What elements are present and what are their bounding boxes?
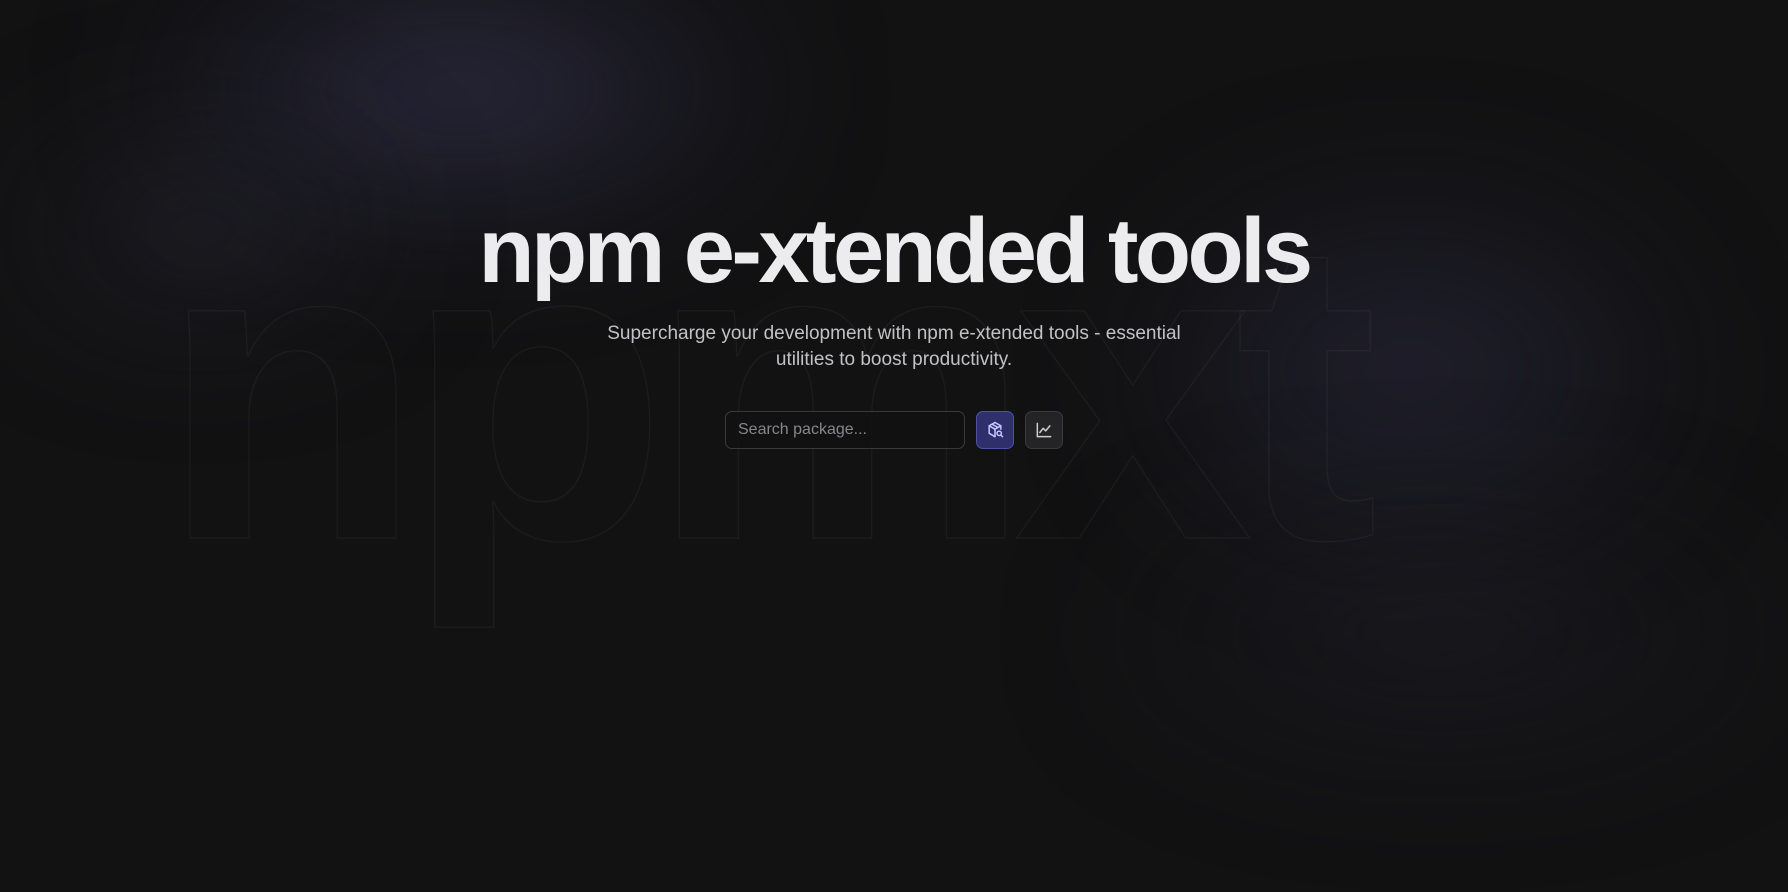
search-package-button[interactable] — [976, 411, 1014, 449]
background-glow — [160, 0, 760, 220]
background-glow — [1120, 520, 1760, 750]
line-chart-icon — [1034, 420, 1054, 440]
page-title: npm e-xtended tools — [478, 200, 1313, 302]
package-search-icon — [985, 420, 1005, 440]
page-subtitle: Supercharge your development with npm e-… — [607, 323, 1181, 370]
search-bar — [725, 411, 1063, 449]
stats-chart-button[interactable] — [1025, 411, 1063, 449]
search-input[interactable] — [725, 411, 965, 449]
landing-page: npmxt npm e-xtended tools Supercharge yo… — [0, 0, 1788, 892]
